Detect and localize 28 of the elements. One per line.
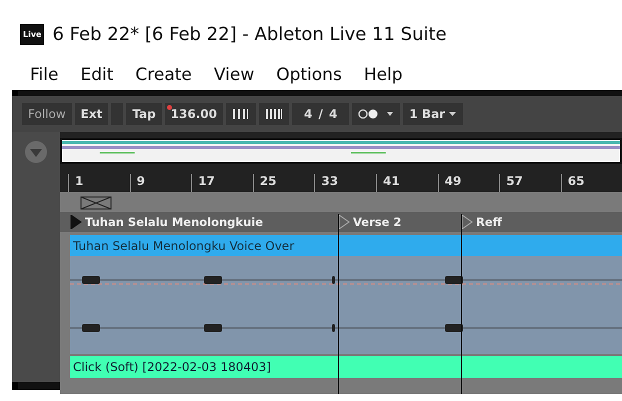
triangle-icon <box>338 215 350 229</box>
triangle-icon <box>461 215 473 229</box>
triangle-icon <box>70 215 82 229</box>
menu-item[interactable]: Edit <box>80 65 114 85</box>
app-logo: Live <box>20 24 44 44</box>
loop-brace-icon[interactable] <box>80 196 112 210</box>
tap-button[interactable]: Tap <box>126 103 162 125</box>
metronome-icon[interactable] <box>352 103 400 125</box>
nudge-down-icon[interactable] <box>226 103 256 125</box>
menu-item[interactable]: Options <box>276 65 342 85</box>
menu-item[interactable]: Create <box>135 65 192 85</box>
time-signature-field[interactable]: 4 / 4 <box>292 103 350 125</box>
locator[interactable]: Tuhan Selalu Menolongkuie <box>70 213 263 231</box>
locator[interactable]: Reff <box>461 213 502 231</box>
menu-item[interactable]: Help <box>364 65 403 85</box>
locator[interactable]: Verse 2 <box>338 213 402 231</box>
tempo-field[interactable]: 136.00 <box>164 103 223 125</box>
follow-button[interactable]: Follow <box>22 103 72 125</box>
nudge-up-icon[interactable] <box>258 103 289 125</box>
overview-strip[interactable] <box>60 138 622 164</box>
quantize-dropdown[interactable]: 1 Bar <box>403 103 464 125</box>
window-title: 6 Feb 22* [6 Feb 22] - Ableton Live 11 Suite <box>52 24 447 44</box>
ext-sync-button[interactable]: Ext <box>74 103 108 125</box>
caret-icon <box>449 111 458 117</box>
audio-clip[interactable]: Click (Soft) [2022-02-03 180403] <box>70 356 622 378</box>
menu-item[interactable]: File <box>30 65 58 85</box>
audio-clip[interactable]: Tuhan Selalu Menolongku Voice Over <box>70 235 622 256</box>
menu-item[interactable]: View <box>214 65 254 85</box>
